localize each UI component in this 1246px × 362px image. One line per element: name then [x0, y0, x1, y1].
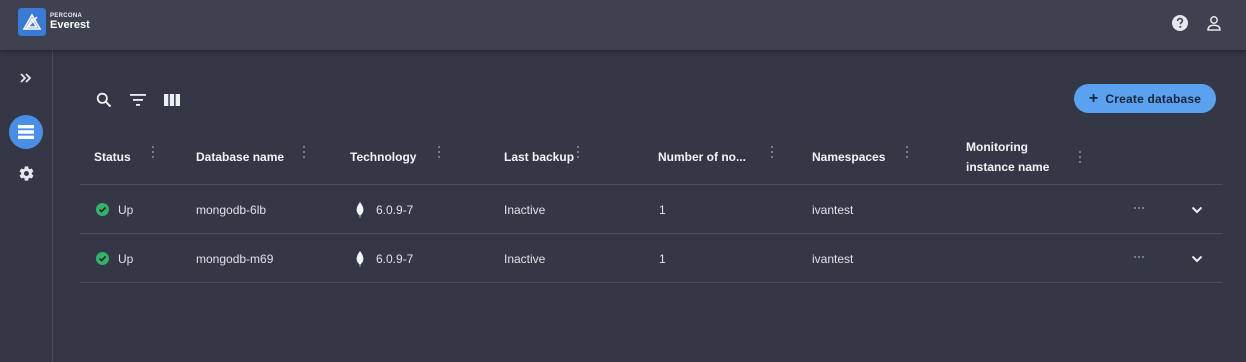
search-icon[interactable] [95, 91, 113, 109]
last-backup-cell: Inactive [504, 202, 546, 217]
nodes-cell: 1 [659, 251, 666, 266]
column-header-database-name[interactable]: Database name [196, 128, 284, 185]
column-menu-icon[interactable] [437, 146, 441, 158]
check-circle-icon [96, 203, 109, 216]
database-name-cell[interactable]: mongodb-6lb [196, 185, 266, 234]
status-cell: Up [96, 234, 133, 283]
technology-cell: 6.0.9-7 [356, 234, 413, 283]
column-header-status[interactable]: Status [94, 128, 131, 185]
last-backup-cell: Inactive [504, 251, 546, 266]
table-row[interactable]: Up mongodb-m69 6.0.9-7 Inactive 1 ivante… [80, 234, 1222, 283]
status-text: Up [118, 202, 134, 217]
column-label: Monitoring instance name [966, 139, 1050, 174]
column-menu-icon[interactable] [151, 146, 155, 158]
chevron-down-icon[interactable] [1190, 203, 1204, 217]
filter-icon[interactable] [129, 91, 147, 109]
technology-version: 6.0.9-7 [376, 202, 414, 217]
create-database-label: Create database [1105, 91, 1202, 106]
namespace-cell: ivantest [812, 202, 854, 217]
nodes-cell: 1 [659, 202, 666, 217]
column-label: Status [94, 149, 131, 164]
column-label: Number of no... [658, 149, 746, 164]
row-actions-icon[interactable] [1134, 207, 1144, 209]
column-menu-icon[interactable] [302, 146, 306, 158]
status-cell: Up [96, 185, 133, 234]
table-header: Status Database name Technology Last bac… [80, 128, 1222, 185]
databases-table: Status Database name Technology Last bac… [80, 128, 1222, 283]
column-header-last-backup[interactable]: Last backup [504, 128, 574, 185]
column-label: Database name [196, 149, 285, 164]
top-bar: PERCONA Everest [0, 0, 1246, 50]
check-circle-icon [96, 252, 109, 265]
column-menu-icon[interactable] [905, 146, 909, 158]
technology-cell: 6.0.9-7 [356, 185, 413, 234]
plus-icon: + [1088, 89, 1099, 107]
column-label: Last backup [504, 149, 575, 164]
help-icon[interactable] [1170, 13, 1190, 33]
expand-icon[interactable] [9, 61, 43, 95]
technology-version: 6.0.9-7 [376, 251, 414, 266]
mongodb-leaf-icon [356, 201, 364, 218]
side-nav [0, 50, 53, 362]
column-menu-icon[interactable] [576, 146, 580, 158]
settings-icon[interactable] [9, 156, 43, 190]
status-text: Up [118, 251, 134, 266]
user-icon[interactable] [1204, 13, 1224, 33]
percona-logo-icon [18, 8, 46, 36]
column-header-number-of-nodes[interactable]: Number of no... [658, 128, 746, 185]
row-actions-icon[interactable] [1134, 256, 1144, 258]
column-menu-icon[interactable] [770, 146, 774, 158]
column-header-technology[interactable]: Technology [350, 128, 416, 185]
columns-icon[interactable] [163, 91, 181, 109]
column-label: Namespaces [812, 149, 886, 164]
column-menu-icon[interactable] [1078, 151, 1082, 163]
logo[interactable]: PERCONA Everest [18, 8, 90, 36]
column-header-namespaces[interactable]: Namespaces [812, 128, 885, 185]
brand-name: Everest [50, 19, 90, 31]
create-database-button[interactable]: + Create database [1074, 84, 1216, 113]
column-header-monitoring-instance-name[interactable]: Monitoring instance name [966, 128, 1056, 185]
column-label: Technology [350, 149, 417, 164]
mongodb-leaf-icon [356, 250, 364, 267]
table-row[interactable]: Up mongodb-6lb 6.0.9-7 Inactive 1 ivante… [80, 185, 1222, 234]
namespace-cell: ivantest [812, 251, 854, 266]
table-toolbar [95, 91, 181, 109]
chevron-down-icon[interactable] [1190, 252, 1204, 266]
databases-icon[interactable] [9, 115, 43, 149]
database-name-cell[interactable]: mongodb-m69 [196, 234, 273, 283]
